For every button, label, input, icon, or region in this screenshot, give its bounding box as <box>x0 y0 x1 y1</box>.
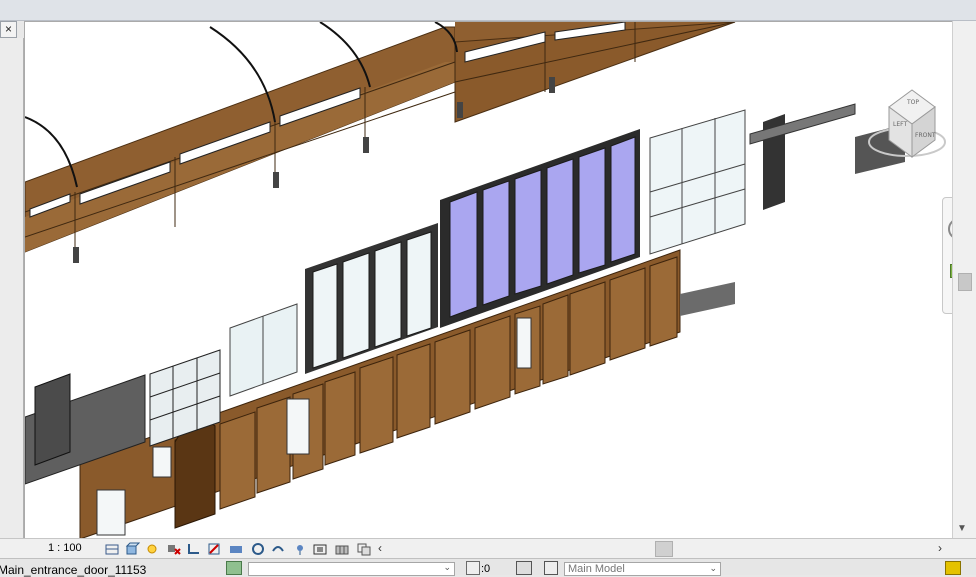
left-panel-edge <box>0 38 24 538</box>
close-view-tab-icon[interactable]: × <box>0 21 17 38</box>
door-window-model <box>25 22 905 539</box>
sun-path-icon[interactable] <box>144 541 160 557</box>
design-option-value: Main Model <box>568 563 625 575</box>
selection-count: :0 <box>481 563 491 575</box>
design-options-status-icon[interactable] <box>544 561 558 575</box>
temporary-hide-icon[interactable] <box>228 541 244 557</box>
render-icon[interactable] <box>312 541 328 557</box>
scroll-down-arrow-icon[interactable]: ▼ <box>957 523 967 534</box>
show-crop-icon[interactable] <box>206 541 222 557</box>
worksharing-monitor-icon[interactable] <box>226 561 242 575</box>
scroll-left-arrow-icon[interactable]: ‹ <box>378 541 382 555</box>
editing-requests-icon[interactable] <box>516 561 532 575</box>
svg-text:TOP: TOP <box>906 99 919 106</box>
highlight-displacement-icon[interactable] <box>292 541 308 557</box>
lock-3d-icon[interactable] <box>270 541 286 557</box>
viewcube-icon[interactable]: TOP FRONT LEFT <box>857 82 953 192</box>
filter-selection-icon[interactable] <box>945 561 961 575</box>
svg-text:FRONT: FRONT <box>915 132 936 139</box>
horizontal-scroll-thumb[interactable] <box>655 541 673 557</box>
chevron-down-icon: ⌄ <box>709 563 717 573</box>
svg-text:LEFT: LEFT <box>893 121 907 128</box>
shadows-icon[interactable] <box>166 541 182 557</box>
filter-icon[interactable] <box>466 561 480 575</box>
crop-view-icon[interactable] <box>186 541 202 557</box>
design-options-icon[interactable] <box>356 541 372 557</box>
status-bar: Main_entrance_door_11153 ⌄ :0 Main Model… <box>0 558 976 577</box>
view-control-bar: 1 : 100 ‹ › <box>0 538 976 559</box>
title-strip <box>0 0 976 21</box>
detail-level-icon[interactable] <box>104 541 120 557</box>
visual-style-icon[interactable] <box>124 541 141 557</box>
reveal-hidden-icon[interactable] <box>250 541 266 557</box>
worksharing-icon[interactable] <box>334 541 350 557</box>
vertical-scroll-thumb[interactable] <box>958 273 972 291</box>
chevron-down-icon: ⌄ <box>443 562 451 572</box>
view-scale[interactable]: 1 : 100 <box>48 542 82 554</box>
3d-viewport[interactable]: TOP FRONT LEFT <box>24 21 953 539</box>
vertical-scrollbar[interactable]: ▼ <box>952 21 976 538</box>
selection-status-text: Main_entrance_door_11153 <box>0 563 147 577</box>
scroll-right-arrow-icon[interactable]: › <box>938 541 942 555</box>
